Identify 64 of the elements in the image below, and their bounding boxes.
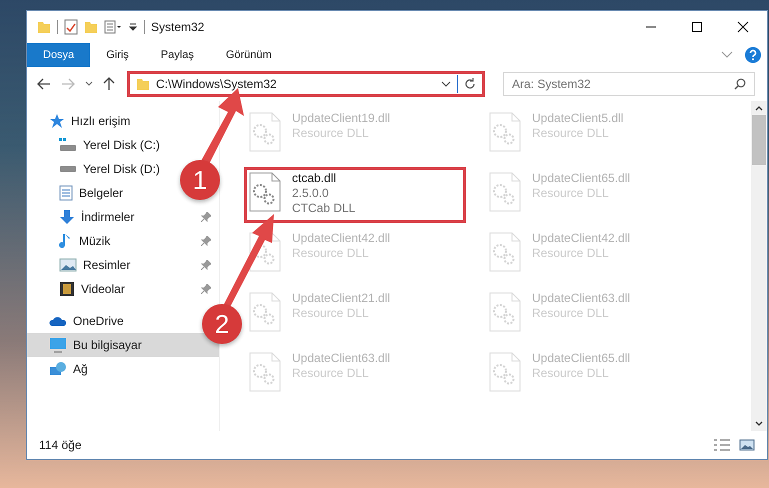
gear-file-icon	[488, 171, 522, 213]
sidebar-item[interactable]: Videolar	[27, 277, 219, 301]
sidebar-item[interactable]: İndirmeler	[27, 205, 219, 229]
sidebar-item[interactable]: Yerel Disk (D:)	[27, 157, 168, 181]
picture-icon	[59, 258, 77, 272]
address-bar[interactable]: C:\Windows\System32	[127, 71, 485, 97]
dropdown-caret-icon[interactable]	[441, 81, 451, 87]
gear-file-icon	[248, 111, 282, 153]
sidebar-item[interactable]: Belgeler	[27, 181, 132, 205]
details-view-icon[interactable]	[713, 438, 731, 452]
sidebar-item[interactable]: Bu bilgisayar	[27, 333, 219, 357]
sidebar-item[interactable]: OneDrive	[27, 309, 132, 333]
pin-icon[interactable]	[201, 212, 211, 222]
sidebar-item[interactable]: Hızlı erişim	[27, 109, 138, 133]
music-note-icon	[59, 233, 73, 249]
network-icon	[49, 361, 67, 377]
gear-file-icon	[248, 291, 282, 333]
up-arrow-icon[interactable]	[103, 77, 115, 91]
sidebar-item[interactable]: Resimler	[27, 253, 219, 277]
refresh-icon[interactable]	[464, 78, 476, 90]
file-item[interactable]: ctcab.dll 2.5.0.0 CTCab DLL	[244, 167, 466, 223]
customize-caret-icon[interactable]	[128, 22, 138, 32]
item-count: 114 öğe	[39, 438, 82, 452]
download-arrow-icon	[59, 209, 75, 225]
scroll-up-icon[interactable]	[755, 105, 763, 111]
search-icon[interactable]	[734, 78, 746, 90]
back-arrow-icon[interactable]	[37, 78, 51, 90]
sidebar-item[interactable]: Müzik	[27, 229, 219, 253]
pin-icon[interactable]	[201, 284, 211, 294]
ribbon-tab[interactable]: Giriş	[90, 43, 145, 67]
large-icons-view-icon[interactable]	[739, 438, 755, 452]
gear-file-icon	[488, 231, 522, 273]
monitor-icon	[49, 337, 67, 353]
ribbon-tab[interactable]: Dosya	[27, 43, 90, 67]
expand-ribbon-icon[interactable]	[721, 51, 733, 59]
scrollbar[interactable]	[751, 101, 767, 431]
ribbon-tab[interactable]: Paylaş	[144, 43, 210, 67]
document-icon	[59, 185, 73, 201]
gear-file-icon	[488, 351, 522, 393]
ribbon-tab[interactable]: Görünüm	[210, 43, 288, 67]
folder-icon	[136, 77, 150, 91]
view-icon[interactable]	[104, 20, 122, 34]
drive-icon	[59, 165, 77, 173]
gear-file-icon	[488, 111, 522, 153]
close-icon[interactable]	[737, 21, 749, 33]
drive-icon	[59, 138, 77, 152]
pin-icon[interactable]	[201, 236, 211, 246]
maximize-icon[interactable]	[691, 21, 703, 33]
search-field[interactable]: Ara: System32	[503, 72, 755, 96]
scroll-down-icon[interactable]	[755, 421, 763, 427]
help-icon[interactable]	[745, 47, 761, 63]
gear-file-icon	[248, 351, 282, 393]
cloud-icon	[49, 315, 67, 327]
sidebar-item[interactable]: Yerel Disk (C:)	[27, 133, 168, 157]
recent-caret-icon[interactable]	[85, 81, 93, 87]
pin-icon[interactable]	[201, 260, 211, 270]
gear-file-icon	[488, 291, 522, 333]
properties-icon[interactable]	[64, 19, 78, 35]
star-icon	[49, 113, 65, 129]
scrollbar-thumb[interactable]	[752, 115, 766, 165]
gear-file-icon	[248, 171, 282, 213]
film-icon	[59, 281, 75, 297]
sidebar-item[interactable]: Ağ	[27, 357, 96, 381]
window-title: System32	[151, 20, 204, 34]
